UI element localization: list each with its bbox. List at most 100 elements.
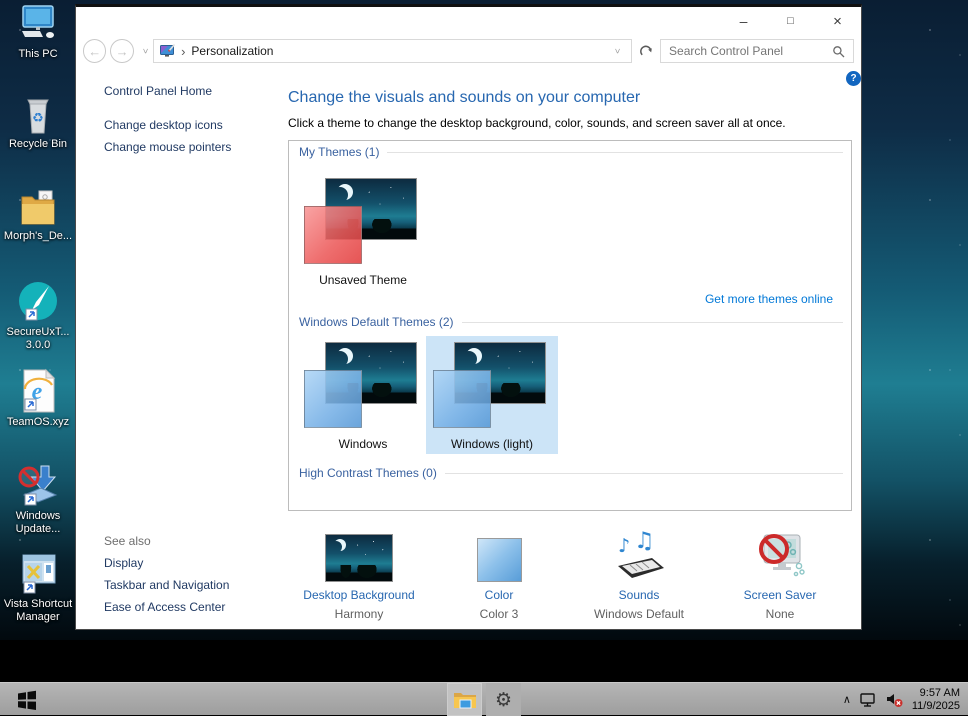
group-title: High Contrast Themes (0) xyxy=(299,466,437,480)
setting-value: None xyxy=(765,607,795,621)
group-divider xyxy=(387,151,843,153)
group-high-contrast-themes: High Contrast Themes (0) xyxy=(299,466,843,480)
help-button[interactable]: ? xyxy=(846,71,861,86)
screen-saver-icon xyxy=(759,534,805,577)
themes-list-panel: My Themes (1) Unsaved Theme Get more the… xyxy=(288,140,852,511)
group-my-themes: My Themes (1) xyxy=(299,145,843,159)
history-chevron-icon[interactable]: > xyxy=(140,48,150,53)
breadcrumb-location[interactable]: Personalization xyxy=(191,44,609,58)
windows-logo-icon xyxy=(18,690,36,710)
theme-windows-light-selected[interactable]: Windows (light) xyxy=(426,336,558,454)
recycle-bin-icon: ♻ xyxy=(0,92,76,136)
sidebar-item-control-panel-home[interactable]: Control Panel Home xyxy=(104,84,212,98)
desktop-icon-label: Vista Shortcut Manager xyxy=(3,598,73,623)
network-icon[interactable] xyxy=(859,692,877,708)
folder-icon xyxy=(0,184,76,228)
moon-decoration xyxy=(337,348,353,364)
forward-icon: → xyxy=(115,43,129,59)
search-input[interactable] xyxy=(661,44,833,58)
svg-text:♫: ♫ xyxy=(634,530,655,554)
desktop-icon-this-pc[interactable]: This PC xyxy=(0,2,76,61)
personalization-location-icon xyxy=(160,44,176,58)
forward-button[interactable]: → xyxy=(110,39,134,63)
group-divider xyxy=(444,472,843,474)
desktop-icon-recycle-bin[interactable]: ♻ Recycle Bin xyxy=(0,92,76,151)
desktop-icon-secureux[interactable]: SecureUxT... 3.0.0 xyxy=(0,280,76,352)
search-box xyxy=(660,39,855,63)
file-explorer-icon xyxy=(453,692,476,708)
svg-text:♻: ♻ xyxy=(32,111,44,126)
start-button[interactable] xyxy=(13,688,41,712)
color-swatch xyxy=(476,538,522,582)
setting-value: Windows Default xyxy=(593,607,685,621)
address-dropdown-chevron-icon[interactable]: > xyxy=(612,48,622,53)
desktop-icon-vista-shortcut-manager[interactable]: Vista Shortcut Manager xyxy=(0,552,76,624)
back-button[interactable]: ← xyxy=(83,39,107,63)
desktop-icon-windows-update-blocker[interactable]: Windows Update... xyxy=(0,464,76,536)
theme-color-square xyxy=(304,370,362,428)
clock-date: 11/9/2025 xyxy=(911,699,960,712)
minimize-button[interactable]: – xyxy=(720,7,767,35)
sidebar-item-taskbar-and-navigation[interactable]: Taskbar and Navigation xyxy=(104,578,229,592)
get-more-themes-link[interactable]: Get more themes online xyxy=(705,292,833,306)
close-button[interactable]: × xyxy=(814,7,861,35)
address-bar[interactable]: › Personalization > xyxy=(153,39,633,63)
group-windows-default-themes: Windows Default Themes (2) xyxy=(299,315,843,329)
moon-decoration xyxy=(466,348,482,364)
breadcrumb-separator: › xyxy=(181,43,186,59)
tray-expand-chevron-icon[interactable]: ∧ xyxy=(843,693,851,706)
desktop-icon-label: This PC xyxy=(18,48,58,60)
setting-label[interactable]: Desktop Background xyxy=(284,588,434,602)
theme-unsaved[interactable]: Unsaved Theme xyxy=(297,172,429,290)
desktop-background-setting[interactable]: Desktop Background Harmony xyxy=(284,528,434,621)
setting-value: Color 3 xyxy=(479,607,519,621)
refresh-button[interactable] xyxy=(639,44,653,58)
theme-name: Unsaved Theme xyxy=(319,273,407,287)
blocked-update-icon xyxy=(0,464,76,508)
theme-color-square xyxy=(433,370,491,428)
page-title: Change the visuals and sounds on your co… xyxy=(288,89,641,106)
svg-text:♪: ♪ xyxy=(618,535,630,557)
search-icon[interactable] xyxy=(832,45,845,58)
personalization-window: – □ × ← → > › Personalization > Search C… xyxy=(75,4,862,630)
shortcut-manager-icon xyxy=(0,552,76,596)
setting-label[interactable]: Sounds xyxy=(564,588,714,602)
moon-decoration xyxy=(337,184,353,200)
group-title: Windows Default Themes (2) xyxy=(299,315,454,329)
desktop-icon-label: TeamOS.xyz xyxy=(6,416,70,428)
theme-windows[interactable]: Windows xyxy=(297,336,429,454)
taskbar-file-explorer-button[interactable] xyxy=(447,683,482,716)
sounds-icon: ♪ ♫ xyxy=(618,530,664,578)
volume-muted-icon[interactable] xyxy=(885,692,904,708)
sidebar-item-change-mouse-pointers[interactable]: Change mouse pointers xyxy=(104,140,231,154)
taskbar-clock[interactable]: 9:57 AM 11/9/2025 xyxy=(912,687,963,713)
desktop-icon-label: Windows Update... xyxy=(15,510,61,535)
theme-name: Windows (light) xyxy=(450,437,534,451)
desktop-icon-teamos[interactable]: e TeamOS.xyz xyxy=(0,368,76,429)
see-also-header: See also xyxy=(104,534,151,548)
page-subtitle: Click a theme to change the desktop back… xyxy=(288,116,786,130)
desktop-icon-morphs-folder[interactable]: Morph's_De... xyxy=(0,184,76,243)
theme-name: Windows xyxy=(338,437,388,451)
maximize-button[interactable]: □ xyxy=(767,7,814,35)
clock-time: 9:57 AM xyxy=(919,686,960,699)
sidebar-item-display[interactable]: Display xyxy=(104,556,143,570)
taskbar-settings-button[interactable]: ⚙ xyxy=(486,683,521,716)
back-icon: ← xyxy=(88,43,102,59)
sounds-setting[interactable]: ♪ ♫ Sounds Windows Default xyxy=(564,528,714,621)
color-setting[interactable]: Color Color 3 xyxy=(424,528,574,621)
desktop-icon-label: Morph's_De... xyxy=(3,230,73,242)
taskbar: ⚙ ∧ 9:57 AM 11/9/2025 xyxy=(0,682,968,716)
moon-decoration xyxy=(334,539,346,551)
desktop-icon-label: Recycle Bin xyxy=(8,138,68,150)
desktop-icon-label: SecureUxT... 3.0.0 xyxy=(6,326,70,351)
sidebar-item-change-desktop-icons[interactable]: Change desktop icons xyxy=(104,118,223,132)
setting-label[interactable]: Color xyxy=(424,588,574,602)
group-divider xyxy=(461,321,843,323)
group-title: My Themes (1) xyxy=(299,145,380,159)
setting-label[interactable]: Screen Saver xyxy=(705,588,855,602)
sidebar-item-ease-of-access-center[interactable]: Ease of Access Center xyxy=(104,600,225,614)
theme-color-square xyxy=(304,206,362,264)
screen-saver-setting[interactable]: Screen Saver None xyxy=(705,528,855,621)
titlebar: – □ × xyxy=(76,7,861,35)
